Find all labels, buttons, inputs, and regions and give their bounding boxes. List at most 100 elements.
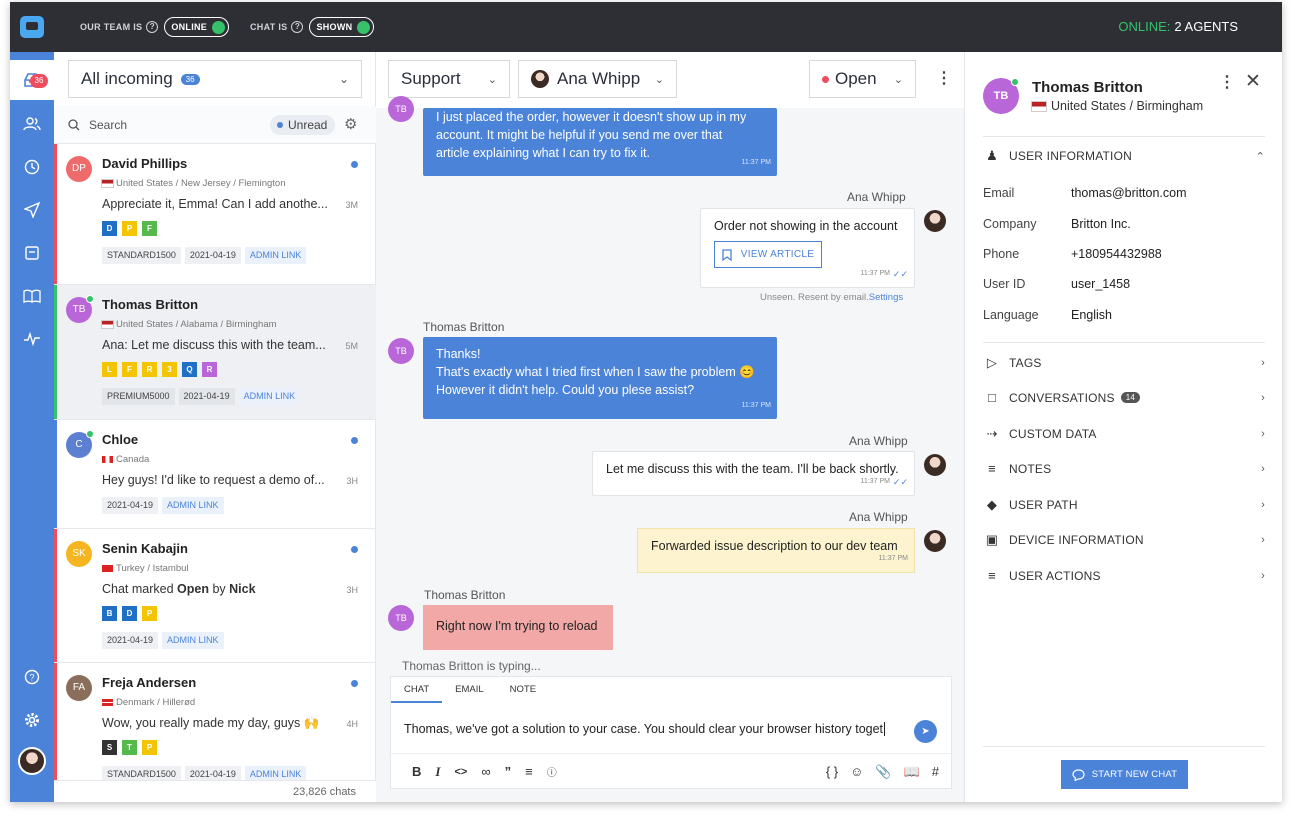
bold-icon[interactable]: B [412, 764, 421, 779]
nav-inbox[interactable]: 36 [10, 60, 54, 100]
admin-link[interactable]: ADMIN LINK [244, 247, 307, 264]
close-icon[interactable]: ✕ [1245, 70, 1261, 93]
quote-icon[interactable]: ” [505, 764, 512, 779]
italic-icon[interactable]: I [435, 764, 440, 780]
more-options-icon[interactable]: ⋮ [1219, 72, 1235, 92]
search-input[interactable]: Search [89, 118, 127, 132]
contact-location: United States / New Jersey / Flemington [101, 178, 286, 189]
custom-data-icon: ⇢ [986, 426, 998, 441]
read-check-icon: ✓✓ [892, 269, 908, 279]
admin-link[interactable]: ADMIN LINK [238, 388, 301, 405]
code-icon[interactable]: <> [454, 766, 467, 778]
info-value[interactable]: user_1458 [1071, 277, 1130, 291]
inbox-filter-label: All incoming [81, 69, 173, 88]
info-value[interactable]: Britton Inc. [1071, 217, 1131, 231]
team-select[interactable]: Support ⌄ [388, 60, 510, 98]
admin-link[interactable]: ADMIN LINK [244, 766, 307, 780]
tag[interactable]: F [122, 362, 137, 377]
knowledge-base-icon[interactable]: 📖 [904, 764, 920, 780]
chevron-right-icon: › [1261, 569, 1265, 582]
section-notes[interactable]: ≡ NOTES › [983, 461, 1265, 476]
unread-dot [351, 437, 358, 444]
attachment-icon[interactable]: 📎 [875, 764, 891, 780]
tag[interactable]: P [122, 221, 137, 236]
tag[interactable]: S [102, 740, 117, 755]
list-item[interactable]: DP David Phillips United States / New Je… [54, 144, 376, 285]
info-value[interactable]: English [1071, 308, 1112, 322]
help-icon[interactable]: ? [146, 21, 159, 33]
agent-avatar[interactable] [18, 747, 46, 775]
list-item[interactable]: FA Freja Andersen Denmark / Hillerød Wow… [54, 663, 376, 780]
admin-link[interactable]: ADMIN LINK [162, 632, 224, 649]
more-options-icon[interactable]: ⋮ [936, 68, 952, 88]
tag[interactable]: P [142, 606, 157, 621]
tab-email[interactable]: EMAIL [442, 677, 497, 703]
app-logo[interactable] [10, 2, 54, 52]
avatar: FA [66, 675, 92, 701]
team-status-toggle[interactable]: ONLINE [164, 17, 230, 37]
help-icon[interactable]: ? [22, 667, 42, 687]
contacts-icon[interactable] [22, 114, 42, 134]
emoji-icon[interactable]: ☺ [850, 764, 863, 780]
agent-select[interactable]: Ana Whipp ⌄ [518, 60, 677, 98]
section-custom-data[interactable]: ⇢ CUSTOM DATA › [983, 426, 1265, 442]
list-item[interactable]: TB Thomas Britton United States / Alabam… [54, 285, 376, 420]
variables-icon[interactable]: { } [826, 764, 838, 780]
sender-name: Ana Whipp [849, 510, 908, 524]
section-conversations[interactable]: □ CONVERSATIONS 14 › [983, 390, 1265, 405]
view-article-button[interactable]: VIEW ARTICLE [714, 241, 822, 268]
send-icon[interactable] [22, 200, 42, 220]
tag[interactable]: P [142, 740, 157, 755]
send-button[interactable]: ➤ [914, 720, 937, 743]
formatting-toolbar: B I <> ∞ ” ≡ ⓘ { } ☺ 📎 📖 # [391, 753, 951, 789]
message-input[interactable]: Thomas, we've got a solution to your cas… [404, 722, 886, 736]
plan-chip: PREMIUM5000 [102, 388, 175, 405]
section-tags[interactable]: ▷ TAGS › [983, 355, 1265, 371]
help-icon[interactable]: ⓘ [547, 764, 557, 779]
settings-icon[interactable] [22, 710, 42, 730]
online-indicator [86, 430, 94, 438]
align-icon[interactable]: ≡ [525, 764, 533, 779]
tag[interactable]: R [202, 362, 217, 377]
svg-text:?: ? [29, 673, 34, 683]
tag[interactable]: D [102, 221, 117, 236]
list-item[interactable]: C Chloe Canada Hey guys! I'd like to req… [54, 420, 376, 529]
section-user-path[interactable]: ◆ USER PATH › [983, 497, 1265, 513]
list-item[interactable]: SK Senin Kabajin Turkey / Istambul Chat … [54, 529, 376, 663]
tag[interactable]: F [142, 221, 157, 236]
knowledge-base-icon[interactable] [22, 286, 42, 306]
tab-chat[interactable]: CHAT [391, 677, 443, 703]
plan-chip: STANDARD1500 [102, 766, 181, 780]
conversation-icon: □ [987, 390, 997, 405]
filter-settings-icon[interactable]: ⚙ [344, 115, 357, 133]
user-actions-icon: ≡ [988, 568, 996, 583]
tag[interactable]: L [102, 362, 117, 377]
tab-note[interactable]: NOTE [497, 677, 549, 703]
tag[interactable]: 3 [162, 362, 177, 377]
tag[interactable]: R [142, 362, 157, 377]
info-value[interactable]: +180954432988 [1071, 247, 1162, 261]
section-user-information[interactable]: ♟ USER INFORMATION ⌃ [983, 148, 1265, 164]
tag[interactable]: B [102, 606, 117, 621]
tag[interactable]: D [122, 606, 137, 621]
unread-filter-toggle[interactable]: Unread [270, 115, 336, 135]
shortcut-icon[interactable]: # [932, 764, 939, 780]
status-select[interactable]: Open ⌄ [809, 60, 916, 98]
settings-link[interactable]: Settings [869, 292, 903, 303]
link-icon[interactable]: ∞ [481, 764, 490, 779]
tag[interactable]: Q [182, 362, 197, 377]
analytics-icon[interactable] [22, 329, 42, 349]
widget-icon[interactable] [22, 243, 42, 263]
info-value[interactable]: thomas@britton.com [1071, 186, 1187, 200]
chat-visibility-toggle[interactable]: SHOWN [309, 17, 375, 37]
start-new-chat-button[interactable]: START NEW CHAT [1061, 760, 1188, 789]
us-flag-icon [101, 179, 114, 188]
history-icon[interactable] [22, 157, 42, 177]
section-device-information[interactable]: ▣ DEVICE INFORMATION › [983, 532, 1265, 548]
help-icon[interactable]: ? [291, 21, 304, 33]
tag[interactable]: T [122, 740, 137, 755]
inbox-filter-select[interactable]: All incoming 36 ⌄ [68, 60, 362, 98]
admin-link[interactable]: ADMIN LINK [162, 497, 224, 514]
section-user-actions[interactable]: ≡ USER ACTIONS › [983, 568, 1265, 583]
info-key: Email [983, 186, 1015, 200]
